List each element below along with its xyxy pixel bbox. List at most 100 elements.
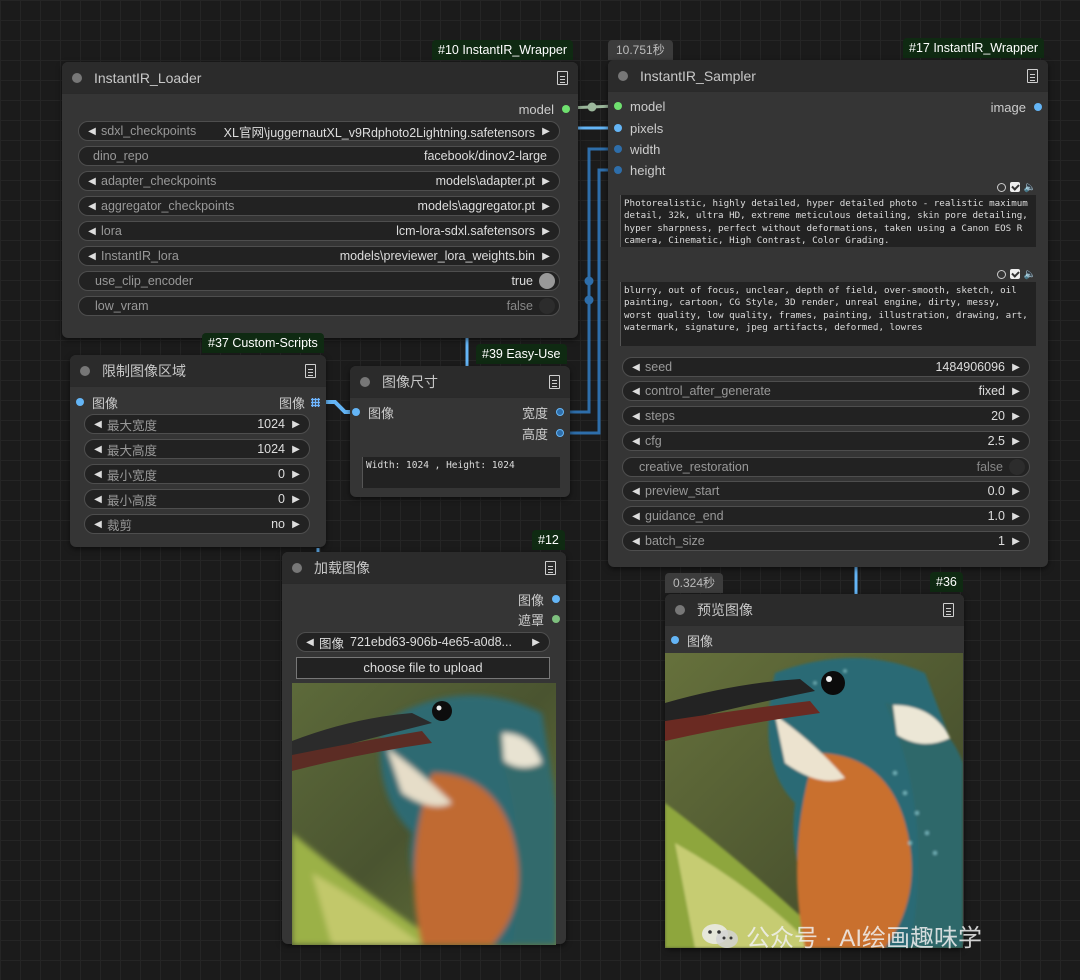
negative-prompt-textarea[interactable]: blurry, out of focus, unclear, depth of … bbox=[620, 282, 1036, 346]
radio-icon[interactable] bbox=[996, 182, 1006, 192]
widget-cfg[interactable]: ◀ cfg 2.5 ▶ bbox=[622, 431, 1030, 451]
arrow-right-icon[interactable]: ▶ bbox=[529, 637, 543, 648]
arrow-right-icon[interactable]: ▶ bbox=[289, 444, 303, 455]
limit-input-image[interactable]: 图像 bbox=[76, 392, 118, 412]
arrow-right-icon[interactable]: ▶ bbox=[289, 469, 303, 480]
mask-output-dot-icon[interactable] bbox=[552, 615, 560, 623]
widget-max-width[interactable]: ◀ 最大宽度 1024 ▶ bbox=[84, 414, 310, 434]
width-output-dot-icon[interactable] bbox=[556, 408, 564, 416]
arrow-left-icon[interactable]: ◀ bbox=[85, 251, 99, 262]
checkbox-icon[interactable] bbox=[1009, 269, 1020, 279]
sampler-input-width[interactable]: width bbox=[614, 139, 660, 159]
document-icon[interactable] bbox=[1027, 68, 1038, 83]
arrow-right-icon[interactable]: ▶ bbox=[1009, 536, 1023, 547]
arrow-left-icon[interactable]: ◀ bbox=[629, 486, 643, 497]
arrow-right-icon[interactable]: ▶ bbox=[1009, 511, 1023, 522]
arrow-left-icon[interactable]: ◀ bbox=[629, 436, 643, 447]
imgsize-node-header[interactable]: 图像尺寸 bbox=[350, 366, 570, 398]
arrow-left-icon[interactable]: ◀ bbox=[629, 362, 643, 373]
widget-seed[interactable]: ◀ seed 1484906096 ▶ bbox=[622, 357, 1030, 377]
widget-sdxl-checkpoints[interactable]: ◀ sdxl_checkpoints XL官网\juggernautXL_v9R… bbox=[78, 121, 560, 141]
height-output-dot-icon[interactable] bbox=[556, 429, 564, 437]
checkbox-icon[interactable] bbox=[1009, 182, 1020, 192]
image-input-dot-icon[interactable] bbox=[76, 398, 84, 406]
arrow-right-icon[interactable]: ▶ bbox=[539, 226, 553, 237]
collapse-dot-icon[interactable] bbox=[80, 365, 90, 376]
model-input-dot-icon[interactable] bbox=[614, 102, 622, 110]
image-input-dot-icon[interactable] bbox=[671, 636, 679, 644]
collapse-dot-icon[interactable] bbox=[292, 562, 302, 573]
arrow-left-icon[interactable]: ◀ bbox=[85, 176, 99, 187]
arrow-right-icon[interactable]: ▶ bbox=[539, 126, 553, 137]
widget-max-height[interactable]: ◀ 最大高度 1024 ▶ bbox=[84, 439, 310, 459]
image-size-node[interactable]: 图像尺寸 图像 宽度 高度 Width: 1024 , Height: 1024 bbox=[350, 366, 570, 497]
preview-image-node[interactable]: 预览图像 图像 bbox=[665, 594, 964, 948]
arrow-right-icon[interactable]: ▶ bbox=[289, 519, 303, 530]
loadimg-output-mask[interactable]: 遮罩 bbox=[518, 609, 560, 629]
limit-image-area-node[interactable]: 限制图像区域 图像 图像 ◀ 最大宽度 1024 ▶ ◀ 最大高度 1024 ▶… bbox=[70, 355, 326, 547]
sampler-output-image[interactable]: image bbox=[991, 97, 1042, 117]
arrow-right-icon[interactable]: ▶ bbox=[539, 201, 553, 212]
arrow-left-icon[interactable]: ◀ bbox=[91, 469, 105, 480]
collapse-dot-icon[interactable] bbox=[72, 72, 82, 83]
collapse-dot-icon[interactable] bbox=[618, 70, 628, 81]
document-icon[interactable] bbox=[549, 374, 560, 389]
widget-control-after-generate[interactable]: ◀ control_after_generate fixed ▶ bbox=[622, 381, 1030, 401]
widget-guidance-end[interactable]: ◀ guidance_end 1.0 ▶ bbox=[622, 506, 1030, 526]
widget-creative-restoration[interactable]: creative_restoration false bbox=[622, 457, 1030, 477]
document-icon[interactable] bbox=[557, 70, 568, 85]
collapse-dot-icon[interactable] bbox=[675, 604, 685, 615]
arrow-left-icon[interactable]: ◀ bbox=[629, 511, 643, 522]
loader-output-model[interactable]: model bbox=[519, 99, 570, 119]
widget-low-vram[interactable]: low_vram false bbox=[78, 296, 560, 316]
arrow-left-icon[interactable]: ◀ bbox=[85, 201, 99, 212]
positive-prompt-textarea[interactable]: Photorealistic, highly detailed, hyper d… bbox=[620, 195, 1036, 247]
imgsize-output-height[interactable]: 高度 bbox=[522, 423, 564, 443]
arrow-right-icon[interactable]: ▶ bbox=[1009, 386, 1023, 397]
document-icon[interactable] bbox=[943, 602, 954, 617]
arrow-left-icon[interactable]: ◀ bbox=[303, 637, 317, 648]
widget-min-height[interactable]: ◀ 最小高度 0 ▶ bbox=[84, 489, 310, 509]
preview-node-header[interactable]: 预览图像 bbox=[665, 594, 964, 626]
widget-aggregator-checkpoints[interactable]: ◀ aggregator_checkpoints models\aggregat… bbox=[78, 196, 560, 216]
positive-prompt-controls[interactable]: 🔈 bbox=[996, 181, 1036, 193]
choose-file-button[interactable]: choose file to upload bbox=[296, 657, 550, 679]
imgsize-input-image[interactable]: 图像 bbox=[352, 402, 394, 422]
arrow-right-icon[interactable]: ▶ bbox=[539, 176, 553, 187]
arrow-left-icon[interactable]: ◀ bbox=[91, 494, 105, 505]
arrow-right-icon[interactable]: ▶ bbox=[289, 494, 303, 505]
widget-preview-start[interactable]: ◀ preview_start 0.0 ▶ bbox=[622, 481, 1030, 501]
widget-dino-repo[interactable]: dino_repo facebook/dinov2-large bbox=[78, 146, 560, 166]
widget-instantir-lora[interactable]: ◀ InstantIR_lora models\previewer_lora_w… bbox=[78, 246, 560, 266]
widget-lora[interactable]: ◀ lora lcm-lora-sdxl.safetensors ▶ bbox=[78, 221, 560, 241]
image-output-dot-icon[interactable] bbox=[552, 595, 560, 603]
loadimg-node-header[interactable]: 加载图像 bbox=[282, 552, 566, 584]
collapse-dot-icon[interactable] bbox=[360, 376, 370, 387]
image-output-dot-icon[interactable] bbox=[1034, 103, 1042, 111]
document-icon[interactable] bbox=[305, 363, 316, 378]
speaker-icon[interactable]: 🔈 bbox=[1024, 269, 1036, 280]
arrow-right-icon[interactable]: ▶ bbox=[1009, 411, 1023, 422]
limit-output-image[interactable]: 图像 bbox=[279, 392, 320, 412]
instantir-loader-node[interactable]: InstantIR_Loader model ◀ sdxl_checkpoint… bbox=[62, 62, 578, 338]
widget-steps[interactable]: ◀ steps 20 ▶ bbox=[622, 406, 1030, 426]
speaker-icon[interactable]: 🔈 bbox=[1024, 182, 1036, 193]
pixels-input-dot-icon[interactable] bbox=[614, 124, 622, 132]
imgsize-output-width[interactable]: 宽度 bbox=[522, 402, 564, 422]
grid-output-icon[interactable] bbox=[311, 397, 320, 407]
arrow-right-icon[interactable]: ▶ bbox=[1009, 436, 1023, 447]
toggle-off-icon[interactable] bbox=[539, 298, 555, 314]
document-icon[interactable] bbox=[545, 560, 556, 575]
arrow-right-icon[interactable]: ▶ bbox=[289, 419, 303, 430]
arrow-left-icon[interactable]: ◀ bbox=[91, 519, 105, 530]
height-input-dot-icon[interactable] bbox=[614, 166, 622, 174]
widget-image-select[interactable]: ◀ 图像 721ebd63-906b-4e65-a0d8... ▶ bbox=[296, 632, 550, 652]
model-output-dot-icon[interactable] bbox=[562, 105, 570, 113]
arrow-left-icon[interactable]: ◀ bbox=[629, 386, 643, 397]
load-image-node[interactable]: 加载图像 图像 遮罩 ◀ 图像 721ebd63-906b-4e65-a0d8.… bbox=[282, 552, 566, 945]
image-input-dot-icon[interactable] bbox=[352, 408, 360, 416]
instantir-sampler-node[interactable]: InstantIR_Sampler model pixels width hei… bbox=[608, 60, 1048, 567]
sampler-node-header[interactable]: InstantIR_Sampler bbox=[608, 60, 1048, 92]
arrow-right-icon[interactable]: ▶ bbox=[539, 251, 553, 262]
arrow-left-icon[interactable]: ◀ bbox=[91, 444, 105, 455]
